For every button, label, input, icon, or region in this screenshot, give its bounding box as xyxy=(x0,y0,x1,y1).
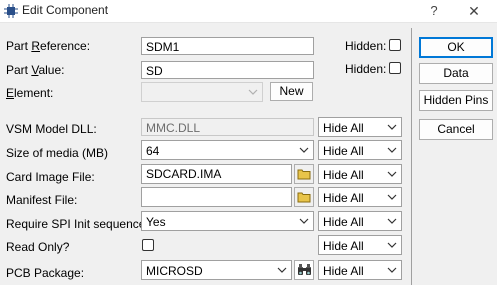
chevron-down-icon xyxy=(387,267,397,273)
manifest-file-input[interactable] xyxy=(141,187,292,207)
new-element-button[interactable]: New xyxy=(270,82,313,101)
part-reference-label: Part Reference: xyxy=(6,39,91,53)
vsm-model-dll-label: VSM Model DLL: xyxy=(6,122,97,136)
pcb-package-value: MICROSD xyxy=(146,264,203,278)
title-bar: Edit Component ? ✕ xyxy=(0,0,497,23)
part-value-input[interactable]: SD xyxy=(141,61,314,79)
part-reference-input[interactable]: SDM1 xyxy=(141,37,314,55)
manifest-browse-button[interactable] xyxy=(294,187,314,207)
size-of-media-visibility-select[interactable]: Hide All xyxy=(318,140,402,160)
cancel-button[interactable]: Cancel xyxy=(419,119,493,140)
read-only-checkbox[interactable] xyxy=(142,239,154,251)
folder-icon xyxy=(297,192,311,203)
visibility-value: Hide All xyxy=(323,121,364,135)
component-icon xyxy=(4,4,18,18)
visibility-value: Hide All xyxy=(323,168,364,182)
ok-button[interactable]: OK xyxy=(419,37,493,58)
chevron-down-icon xyxy=(387,242,397,248)
visibility-value: Hide All xyxy=(323,264,364,278)
card-image-browse-button[interactable] xyxy=(294,164,314,184)
chevron-down-icon xyxy=(387,194,397,200)
binoculars-icon xyxy=(298,264,311,275)
pcb-package-label: PCB Package: xyxy=(6,266,85,280)
card-image-file-input[interactable]: SDCARD.IMA xyxy=(141,164,292,184)
chevron-down-icon xyxy=(277,267,287,273)
vsm-model-dll-visibility-select[interactable]: Hide All xyxy=(318,117,402,137)
size-of-media-label: Size of media (MB) xyxy=(6,146,109,160)
require-spi-init-select[interactable]: Yes xyxy=(141,211,314,231)
chevron-down-icon xyxy=(387,147,397,153)
chevron-down-icon xyxy=(387,171,397,177)
folder-icon xyxy=(297,169,311,180)
size-of-media-value: 64 xyxy=(146,144,160,158)
part-value-hidden-checkbox[interactable] xyxy=(389,62,401,74)
data-button[interactable]: Data xyxy=(419,63,493,84)
help-button[interactable]: ? xyxy=(424,2,444,20)
pcb-package-select[interactable]: MICROSD xyxy=(141,260,292,280)
chevron-down-icon xyxy=(387,124,397,130)
close-button[interactable]: ✕ xyxy=(462,2,486,20)
visibility-value: Hide All xyxy=(323,144,364,158)
chevron-down-icon xyxy=(299,147,309,153)
card-image-visibility-select[interactable]: Hide All xyxy=(318,164,402,184)
vsm-model-dll-input: MMC.DLL xyxy=(141,118,314,136)
require-spi-init-value: Yes xyxy=(146,215,166,229)
size-of-media-select[interactable]: 64 xyxy=(141,140,314,160)
visibility-value: Hide All xyxy=(323,215,364,229)
window-title: Edit Component xyxy=(22,3,109,17)
chevron-down-icon xyxy=(387,218,397,224)
chevron-down-icon xyxy=(248,89,258,95)
manifest-file-label: Manifest File: xyxy=(6,193,78,207)
card-image-file-label: Card Image File: xyxy=(6,170,95,184)
chevron-down-icon xyxy=(299,218,309,224)
read-only-label: Read Only? xyxy=(6,240,70,254)
part-reference-hidden-checkbox[interactable] xyxy=(389,39,401,51)
part-value-label: Part Value: xyxy=(6,63,65,77)
part-reference-hidden-label: Hidden: xyxy=(345,39,387,53)
element-select[interactable] xyxy=(141,82,263,102)
visibility-value: Hide All xyxy=(323,239,364,253)
read-only-visibility-select[interactable]: Hide All xyxy=(318,235,402,255)
visibility-value: Hide All xyxy=(323,191,364,205)
manifest-visibility-select[interactable]: Hide All xyxy=(318,187,402,207)
part-value-hidden-label: Hidden: xyxy=(345,62,387,76)
pcb-package-visibility-select[interactable]: Hide All xyxy=(318,260,402,280)
pcb-package-browse-button[interactable] xyxy=(294,260,314,280)
hidden-pins-button[interactable]: Hidden Pins xyxy=(419,90,493,111)
vertical-separator xyxy=(411,28,412,285)
require-spi-init-label: Require SPI Init sequence: xyxy=(6,217,149,231)
require-spi-visibility-select[interactable]: Hide All xyxy=(318,211,402,231)
element-label: Element: xyxy=(6,86,54,100)
